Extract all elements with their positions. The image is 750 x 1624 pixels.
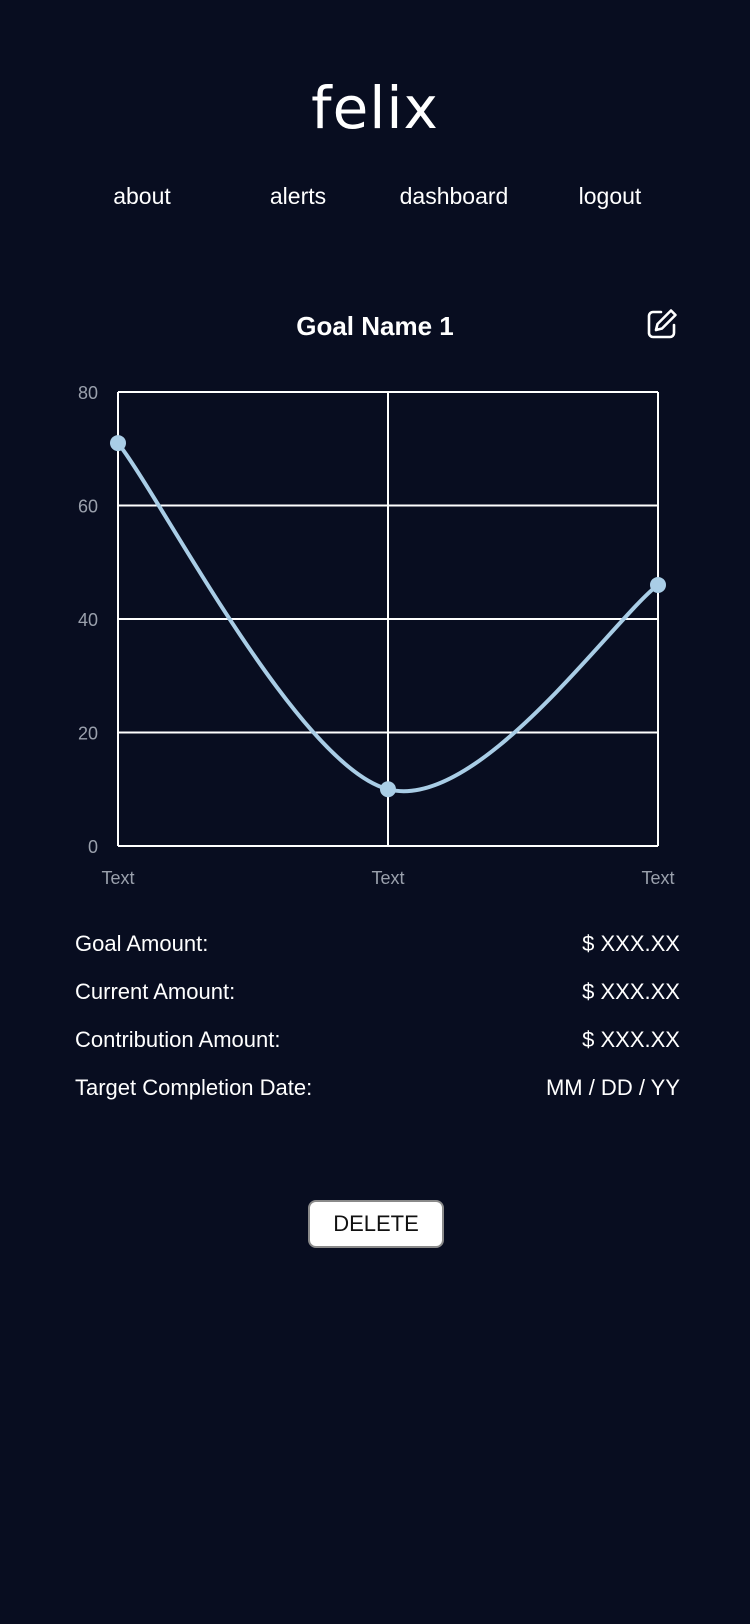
chart-data-point bbox=[650, 576, 666, 593]
detail-label: Target Completion Date: bbox=[75, 1075, 313, 1100]
nav-item-alerts[interactable]: alerts bbox=[218, 176, 378, 216]
y-tick-label: 60 bbox=[78, 497, 98, 517]
x-tick-label: Text bbox=[641, 868, 674, 888]
detail-label: Goal Amount: bbox=[75, 931, 209, 956]
x-tick-label: Text bbox=[371, 868, 404, 888]
detail-value: MM / DD / YY bbox=[545, 1075, 680, 1100]
chart-data-point bbox=[110, 435, 126, 452]
chart-data-point bbox=[380, 781, 396, 798]
goal-title: Goal Name 1 bbox=[296, 311, 454, 341]
chart-x-ticks: Text Text Text bbox=[101, 868, 674, 888]
detail-value: $ XXX.XX bbox=[582, 931, 680, 956]
detail-row-contribution-amount: Contribution Amount: $ XXX.XX bbox=[75, 1016, 680, 1064]
chart-grid bbox=[117, 391, 659, 847]
detail-row-target-date: Target Completion Date: MM / DD / YY bbox=[75, 1064, 680, 1112]
detail-row-current-amount: Current Amount: $ XXX.XX bbox=[75, 968, 680, 1016]
nav-item-about[interactable]: about bbox=[62, 176, 222, 216]
detail-row-goal-amount: Goal Amount: $ XXX.XX bbox=[75, 920, 680, 968]
x-tick-label: Text bbox=[101, 868, 134, 888]
app-logo: felix bbox=[311, 74, 439, 142]
delete-button[interactable]: DELETE bbox=[308, 1200, 444, 1248]
y-tick-label: 80 bbox=[78, 383, 98, 403]
nav-item-logout[interactable]: logout bbox=[530, 176, 690, 216]
edit-icon[interactable] bbox=[645, 307, 679, 341]
goal-progress-chart: 0 20 40 60 80 Text Text Text bbox=[78, 383, 675, 888]
goal-details: Goal Amount: $ XXX.XX Current Amount: $ … bbox=[75, 920, 680, 1112]
detail-value: $ XXX.XX bbox=[582, 979, 680, 1004]
chart-y-ticks: 0 20 40 60 80 bbox=[78, 383, 98, 857]
main-nav: about alerts dashboard logout bbox=[0, 176, 750, 216]
y-tick-label: 0 bbox=[88, 837, 98, 857]
detail-value: $ XXX.XX bbox=[582, 1027, 680, 1052]
detail-label: Current Amount: bbox=[75, 979, 236, 1004]
nav-item-dashboard[interactable]: dashboard bbox=[374, 176, 534, 216]
detail-label: Contribution Amount: bbox=[75, 1027, 281, 1052]
y-tick-label: 20 bbox=[78, 724, 98, 744]
y-tick-label: 40 bbox=[78, 610, 98, 630]
